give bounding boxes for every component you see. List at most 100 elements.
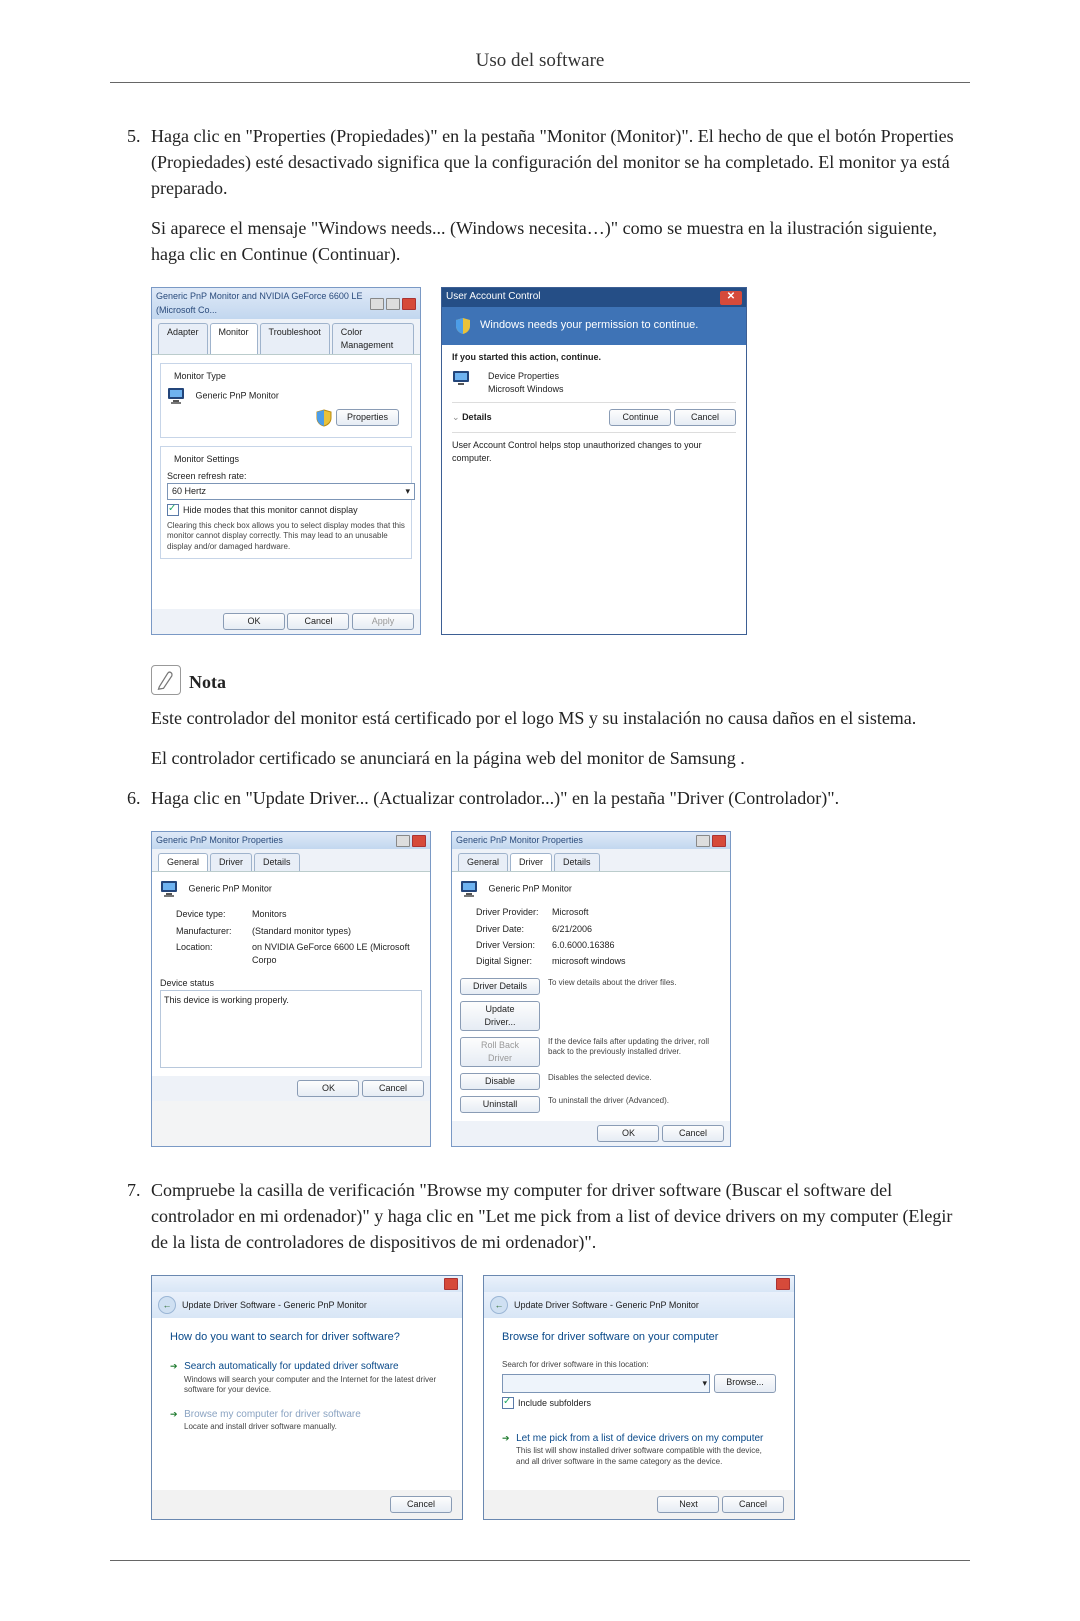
- minimize-icon[interactable]: [370, 298, 384, 310]
- wizard-crumb: Update Driver Software - Generic PnP Mon…: [182, 1299, 367, 1312]
- cancel-button[interactable]: Cancel: [287, 613, 349, 630]
- include-subfolders-checkbox[interactable]: [502, 1397, 514, 1409]
- cancel-button[interactable]: Cancel: [722, 1496, 784, 1513]
- chevron-down-icon[interactable]: ⌄: [452, 412, 460, 422]
- field-driver-version-label: Driver Version:: [476, 939, 546, 952]
- cancel-button[interactable]: Cancel: [662, 1125, 724, 1142]
- uac-title-text: User Account Control: [446, 290, 541, 305]
- field-digital-signer-value: microsoft windows: [552, 955, 722, 968]
- help-icon[interactable]: [696, 835, 710, 847]
- close-icon[interactable]: [712, 835, 726, 847]
- uninstall-button[interactable]: Uninstall: [460, 1096, 540, 1113]
- hide-modes-checkbox[interactable]: [167, 504, 179, 516]
- page-header: Uso del software: [110, 50, 970, 72]
- step-7: Compruebe la casilla de verificación "Br…: [145, 1177, 970, 1520]
- device-icon: [452, 370, 472, 388]
- monitor-icon: [460, 880, 480, 898]
- arrow-icon: ➔: [502, 1433, 510, 1443]
- note-icon: [151, 665, 181, 695]
- refresh-rate-value: 60 Hertz: [172, 485, 206, 498]
- cancel-button[interactable]: Cancel: [674, 409, 736, 426]
- browse-button[interactable]: Browse...: [714, 1374, 776, 1393]
- field-driver-provider-value: Microsoft: [552, 906, 722, 919]
- path-input[interactable]: ▾: [502, 1374, 710, 1393]
- tab-details[interactable]: Details: [254, 853, 300, 871]
- close-icon[interactable]: [402, 298, 416, 310]
- tab-adapter[interactable]: Adapter: [158, 323, 208, 354]
- step-5: Haga clic en "Properties (Propiedades)" …: [145, 123, 970, 771]
- device-name: Generic PnP Monitor: [189, 884, 272, 894]
- field-driver-version-value: 6.0.6000.16386: [552, 939, 722, 952]
- driver-details-button[interactable]: Driver Details: [460, 978, 540, 995]
- tab-driver[interactable]: Driver: [210, 853, 252, 871]
- close-icon[interactable]: [444, 1278, 458, 1290]
- uac-titlebar: User Account Control ✕: [442, 288, 746, 307]
- monitor-properties-dialog: Generic PnP Monitor and NVIDIA GeForce 6…: [151, 287, 421, 635]
- update-driver-wizard-browse: ← Update Driver Software - Generic PnP M…: [483, 1275, 795, 1520]
- include-subfolders-label: Include subfolders: [518, 1397, 591, 1410]
- hide-modes-label: Hide modes that this monitor cannot disp…: [183, 504, 358, 517]
- apply-button[interactable]: Apply: [352, 613, 414, 630]
- refresh-rate-label: Screen refresh rate:: [167, 470, 405, 483]
- figure-row-2: Generic PnP Monitor Properties General D…: [151, 831, 970, 1147]
- tab-general[interactable]: General: [458, 853, 508, 871]
- close-icon[interactable]: ✕: [720, 291, 742, 305]
- dialog-title: Generic PnP Monitor Properties: [156, 834, 283, 847]
- close-icon[interactable]: [412, 835, 426, 847]
- step-5-p1: Haga clic en "Properties (Propiedades)" …: [151, 123, 970, 201]
- device-status-label: Device status: [160, 977, 422, 990]
- chevron-down-icon: ▾: [405, 485, 410, 498]
- update-driver-wizard-search: ← Update Driver Software - Generic PnP M…: [151, 1275, 463, 1520]
- option-title: Browse my computer for driver software: [184, 1409, 361, 1420]
- option-title: Search automatically for updated driver …: [184, 1361, 399, 1372]
- cancel-button[interactable]: Cancel: [362, 1080, 424, 1097]
- rollback-driver-button[interactable]: Roll Back Driver: [460, 1037, 540, 1067]
- field-location-label: Location:: [176, 941, 246, 967]
- back-icon[interactable]: ←: [490, 1296, 508, 1314]
- ok-button[interactable]: OK: [297, 1080, 359, 1097]
- tab-driver[interactable]: Driver: [510, 853, 552, 871]
- tab-monitor[interactable]: Monitor: [210, 323, 258, 354]
- instruction-list: Haga clic en "Properties (Propiedades)" …: [110, 123, 970, 1520]
- uninstall-desc: To uninstall the driver (Advanced).: [548, 1096, 722, 1113]
- maximize-icon[interactable]: [386, 298, 400, 310]
- tab-troubleshoot[interactable]: Troubleshoot: [260, 323, 330, 354]
- dialog-tabs: Adapter Monitor Troubleshoot Color Manag…: [152, 319, 420, 355]
- field-manufacturer-value: (Standard monitor types): [252, 925, 422, 938]
- help-icon[interactable]: [396, 835, 410, 847]
- wizard-heading: Browse for driver software on your compu…: [502, 1330, 776, 1346]
- tab-general[interactable]: General: [158, 853, 208, 871]
- update-driver-button[interactable]: Update Driver...: [460, 1001, 540, 1031]
- tab-color-management[interactable]: Color Management: [332, 323, 414, 354]
- search-label: Search for driver software in this locat…: [502, 1360, 776, 1370]
- next-button[interactable]: Next: [657, 1496, 719, 1513]
- continue-button[interactable]: Continue: [609, 409, 671, 426]
- back-icon[interactable]: ←: [158, 1296, 176, 1314]
- field-driver-date-value: 6/21/2006: [552, 923, 722, 936]
- refresh-rate-select[interactable]: 60 Hertz ▾: [167, 483, 415, 500]
- properties-button[interactable]: Properties: [336, 409, 399, 426]
- uac-device-publisher: Microsoft Windows: [488, 383, 564, 396]
- close-icon[interactable]: [776, 1278, 790, 1290]
- hide-modes-hint: Clearing this check box allows you to se…: [167, 521, 405, 552]
- disable-button[interactable]: Disable: [460, 1073, 540, 1090]
- option-title: Let me pick from a list of device driver…: [516, 1433, 763, 1444]
- ok-button[interactable]: OK: [223, 613, 285, 630]
- dialog-title: Generic PnP Monitor and NVIDIA GeForce 6…: [156, 290, 370, 316]
- wizard-question: How do you want to search for driver sof…: [170, 1330, 444, 1346]
- ok-button[interactable]: OK: [597, 1125, 659, 1142]
- monitor-name: Generic PnP Monitor: [196, 390, 279, 400]
- uac-details-toggle[interactable]: Details: [462, 412, 492, 422]
- update-driver-desc: [548, 1001, 722, 1031]
- field-manufacturer-label: Manufacturer:: [176, 925, 246, 938]
- uac-banner-text: Windows needs your permission to continu…: [480, 318, 698, 334]
- option-pick-list[interactable]: ➔ Let me pick from a list of device driv…: [502, 1432, 776, 1467]
- device-name: Generic PnP Monitor: [489, 884, 572, 894]
- tab-details[interactable]: Details: [554, 853, 600, 871]
- option-browse[interactable]: ➔ Browse my computer for driver software…: [170, 1408, 444, 1433]
- option-search-auto[interactable]: ➔ Search automatically for updated drive…: [170, 1360, 444, 1395]
- shield-icon: [454, 317, 472, 335]
- note-p2: El controlador certificado se anunciará …: [151, 745, 970, 771]
- properties-driver-dialog: Generic PnP Monitor Properties General D…: [451, 831, 731, 1147]
- cancel-button[interactable]: Cancel: [390, 1496, 452, 1513]
